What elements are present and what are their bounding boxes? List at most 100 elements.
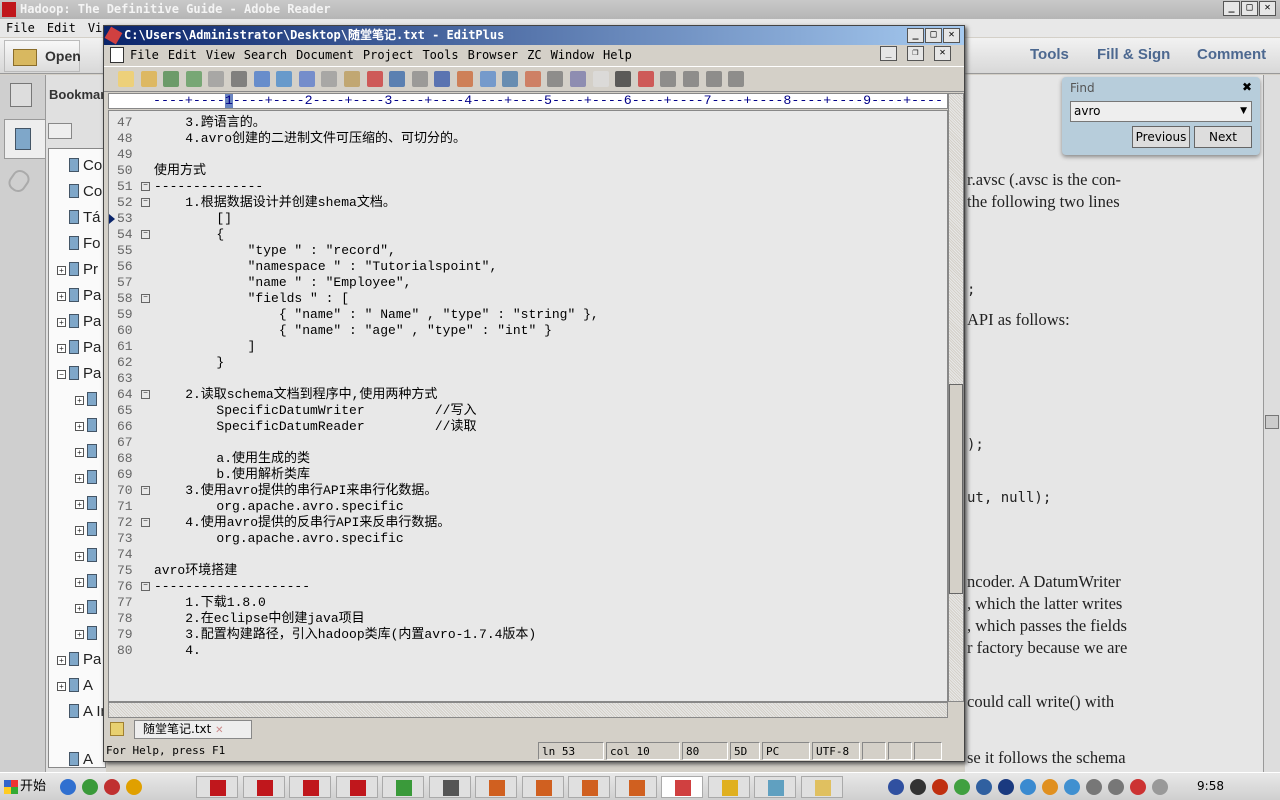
tray-icon[interactable] [954, 779, 970, 795]
toolbar-button-icon[interactable] [728, 71, 745, 87]
editor-line[interactable]: 55 "type " : "record", [109, 243, 947, 259]
bookmark-item[interactable]: Co [69, 155, 102, 177]
toolbar-button-icon[interactable] [389, 71, 406, 87]
editor-line[interactable]: 72− 4.使用avro提供的反串行API来反串行数据。 [109, 515, 947, 531]
editor-line[interactable]: 76− -------------------- [109, 579, 947, 595]
taskbar-app-button[interactable] [382, 776, 424, 798]
toolbar-button-icon[interactable] [185, 71, 202, 87]
toolbar-button-icon[interactable] [298, 71, 315, 87]
maximize-button[interactable]: □ [925, 28, 942, 43]
bookmark-item[interactable]: Co [69, 181, 102, 203]
toolbar-button-icon[interactable] [457, 71, 473, 87]
quick-launch-icon[interactable] [82, 779, 98, 795]
editor-line[interactable]: 67 [109, 435, 947, 451]
expand-icon[interactable]: + [75, 422, 84, 431]
bookmark-item[interactable]: + [75, 571, 101, 593]
tray-icon[interactable] [976, 779, 992, 795]
taskbar-app-button[interactable] [614, 776, 657, 798]
fold-toggle-icon[interactable]: − [141, 518, 150, 527]
fold-toggle-icon[interactable]: − [141, 582, 150, 591]
toolbar-button-icon[interactable] [366, 71, 383, 87]
toolbar-button-icon[interactable] [637, 71, 654, 87]
editor-line[interactable]: 75 avro环境搭建 [109, 563, 947, 579]
expand-icon[interactable]: + [75, 552, 84, 561]
taskbar-app-button[interactable] [707, 776, 750, 798]
next-button[interactable]: Next [1194, 126, 1252, 148]
menu-file[interactable]: File [130, 48, 159, 62]
taskbar-app-button[interactable] [800, 776, 843, 798]
menu-browser[interactable]: Browser [468, 48, 519, 62]
bookmark-item[interactable]: − Pa [57, 363, 101, 385]
taskbar-app-button[interactable] [754, 776, 796, 798]
vertical-scrollbar[interactable] [948, 93, 964, 702]
toolbar-button-icon[interactable] [253, 71, 270, 87]
expand-icon[interactable]: + [57, 344, 66, 353]
toolbar-button-icon[interactable] [276, 71, 293, 87]
bookmark-item[interactable]: + [75, 519, 101, 541]
taskbar-app-button[interactable] [428, 776, 471, 798]
tray-icon[interactable] [932, 779, 948, 795]
tab-comment[interactable]: Comment [1197, 46, 1266, 63]
toolbar-button-icon[interactable] [570, 71, 586, 87]
editor-line[interactable]: 53 [] [109, 211, 947, 227]
quick-launch-icon[interactable] [104, 779, 120, 795]
tab-fill-sign[interactable]: Fill & Sign [1097, 46, 1170, 63]
expand-icon[interactable]: − [57, 370, 66, 379]
fold-toggle-icon[interactable]: − [141, 390, 150, 399]
editor-line[interactable]: 59 { "name" : " Name" , "type" : "string… [109, 307, 947, 323]
toolbar-button-icon[interactable] [683, 71, 699, 87]
toolbar-button-icon[interactable] [321, 71, 338, 87]
toolbar-button-icon[interactable] [140, 71, 157, 87]
open-button[interactable]: Open [4, 40, 81, 72]
menu-search[interactable]: Search [244, 48, 287, 62]
editor-line[interactable]: 65 SpecificDatumWriter //写入 [109, 403, 947, 419]
menu-edit[interactable]: Edit [168, 48, 197, 62]
scrollbar-thumb[interactable] [949, 384, 963, 594]
tray-icon[interactable] [998, 779, 1014, 795]
toolbar-button-icon[interactable] [615, 71, 632, 87]
editor-line[interactable]: 48 4.avro创建的二进制文件可压缩的、可切分的。 [109, 131, 947, 147]
close-button[interactable]: ✕ [1259, 1, 1276, 16]
bookmark-item[interactable]: + [75, 389, 101, 411]
bookmarks-panel-button[interactable] [4, 119, 46, 159]
tray-icon[interactable] [888, 779, 904, 795]
toolbar-button-icon[interactable] [502, 71, 519, 87]
fold-toggle-icon[interactable]: − [141, 230, 150, 239]
chevron-down-icon[interactable]: ▼ [1240, 102, 1247, 121]
expand-icon[interactable]: + [57, 266, 66, 275]
expand-icon[interactable]: + [75, 474, 84, 483]
bookmark-item[interactable]: A [69, 749, 93, 771]
bookmark-item[interactable]: + Pa [57, 311, 101, 333]
bookmark-item[interactable]: + [75, 545, 101, 567]
fold-toggle-icon[interactable]: − [141, 198, 150, 207]
menu-document[interactable]: Document [296, 48, 354, 62]
menu-edit[interactable]: Edit [47, 21, 76, 35]
bookmark-item[interactable]: + Pr [57, 259, 98, 281]
editor-line[interactable]: 69 b.使用解析类库 [109, 467, 947, 483]
tray-icon[interactable] [1042, 779, 1058, 795]
toolbar-button-icon[interactable] [411, 71, 428, 87]
menu-view[interactable]: View [206, 48, 235, 62]
horizontal-scrollbar[interactable] [108, 702, 948, 718]
bookmark-item[interactable]: + A [57, 675, 93, 697]
editor-line[interactable]: 60 { "name" : "age" , "type" : "int" } [109, 323, 947, 339]
doc-minimize-button[interactable]: _ [880, 46, 897, 61]
taskbar-app-button[interactable] [568, 776, 610, 798]
bookmark-options-button[interactable] [48, 123, 72, 139]
paperclip-icon[interactable] [5, 166, 33, 196]
editor-line[interactable]: 64− 2.读取schema文档到程序中,使用两种方式 [109, 387, 947, 403]
toolbar-button-icon[interactable] [592, 71, 609, 87]
clock[interactable]: 9:58 [1197, 779, 1224, 793]
tray-icon[interactable] [1064, 779, 1080, 795]
expand-icon[interactable]: + [75, 604, 84, 613]
bookmark-item[interactable]: + [75, 441, 101, 463]
taskbar-app-button[interactable] [196, 776, 238, 798]
toolbar-button-icon[interactable] [118, 71, 134, 87]
tray-icon[interactable] [1130, 779, 1146, 795]
text-editor[interactable]: 47 3.跨语言的。 48 4.avro创建的二进制文件可压缩的、可切分的。 49 5… [108, 110, 948, 702]
menu-zc[interactable]: ZC [527, 48, 541, 62]
expand-icon[interactable]: + [75, 630, 84, 639]
toolbar-button-icon[interactable] [705, 71, 722, 87]
editor-line[interactable]: 71 org.apache.avro.specific [109, 499, 947, 515]
editor-line[interactable]: 63 [109, 371, 947, 387]
